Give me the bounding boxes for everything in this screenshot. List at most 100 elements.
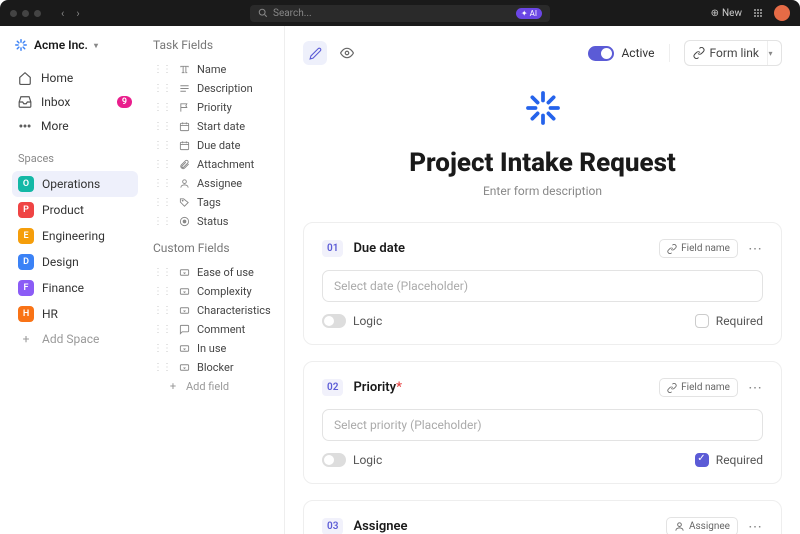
space-item-engineering[interactable]: EEngineering: [12, 223, 138, 249]
window-controls[interactable]: [10, 10, 41, 17]
custom-field-blocker[interactable]: ⋮⋮Blocker: [151, 358, 278, 377]
nav-forward[interactable]: ›: [76, 7, 79, 20]
field-label: Ease of use: [197, 266, 254, 279]
custom-field-complexity[interactable]: ⋮⋮Complexity: [151, 282, 278, 301]
search-icon: [258, 8, 268, 18]
drag-handle-icon[interactable]: ⋮⋮: [153, 178, 171, 189]
field-title[interactable]: Due date: [353, 241, 405, 256]
task-field-attachment[interactable]: ⋮⋮Attachment: [151, 155, 278, 174]
form-title[interactable]: Project Intake Request: [303, 148, 782, 178]
field-more-button[interactable]: ⋯: [748, 380, 763, 396]
form-link-more[interactable]: ▾: [760, 40, 782, 66]
add-field-button[interactable]: + Add field: [151, 377, 278, 396]
nav-home[interactable]: Home: [12, 66, 138, 90]
drag-handle-icon[interactable]: ⋮⋮: [153, 64, 171, 75]
field-more-button[interactable]: ⋯: [748, 519, 763, 534]
space-label: Design: [42, 255, 79, 269]
field-label: Tags: [197, 196, 221, 209]
field-type-icon: [178, 140, 190, 151]
space-icon: H: [18, 306, 34, 322]
field-title[interactable]: Priority*: [353, 380, 401, 395]
required-toggle[interactable]: Required: [695, 453, 763, 467]
task-field-description[interactable]: ⋮⋮Description: [151, 79, 278, 98]
space-item-product[interactable]: PProduct: [12, 197, 138, 223]
avatar[interactable]: [774, 5, 790, 21]
task-field-due-date[interactable]: ⋮⋮Due date: [151, 136, 278, 155]
field-title[interactable]: Assignee: [353, 519, 407, 534]
space-item-operations[interactable]: O Operations: [12, 171, 138, 197]
ai-badge[interactable]: ✦ AI: [516, 8, 542, 19]
drag-handle-icon[interactable]: ⋮⋮: [153, 102, 171, 113]
field-type-icon: [178, 286, 190, 297]
field-label: In use: [197, 342, 226, 355]
chevron-down-icon: ▾: [94, 41, 98, 50]
space-item-hr[interactable]: HHR: [12, 301, 138, 327]
space-label: Product: [42, 203, 84, 217]
nav-back[interactable]: ‹: [61, 7, 64, 20]
drag-handle-icon[interactable]: ⋮⋮: [153, 324, 171, 335]
drag-handle-icon[interactable]: ⋮⋮: [153, 83, 171, 94]
task-field-priority[interactable]: ⋮⋮Priority: [151, 98, 278, 117]
form-link-label: Form link: [710, 46, 759, 60]
form-link-button[interactable]: Form link: [684, 40, 768, 66]
field-input[interactable]: Select date (Placeholder): [322, 270, 763, 302]
inbox-badge: 9: [117, 96, 132, 108]
nav-arrows: ‹ ›: [61, 7, 80, 20]
custom-field-characteristics[interactable]: ⋮⋮Characteristics: [151, 301, 278, 320]
add-space-button[interactable]: + Add Space: [12, 327, 138, 351]
field-more-button[interactable]: ⋯: [748, 241, 763, 257]
space-item-design[interactable]: DDesign: [12, 249, 138, 275]
field-badge-label: Field name: [681, 243, 730, 254]
logic-toggle[interactable]: Logic: [322, 453, 382, 467]
field-type-icon: [178, 267, 190, 278]
apps-icon[interactable]: [754, 9, 762, 17]
space-label: Operations: [42, 177, 100, 191]
drag-handle-icon[interactable]: ⋮⋮: [153, 305, 171, 316]
form-description[interactable]: Enter form description: [303, 184, 782, 198]
field-badge-icon: [667, 244, 677, 254]
field-name-button[interactable]: Field name: [659, 378, 738, 397]
drag-handle-icon[interactable]: ⋮⋮: [153, 286, 171, 297]
task-fields-heading: Task Fields: [153, 38, 278, 52]
drag-handle-icon[interactable]: ⋮⋮: [153, 343, 171, 354]
custom-field-comment[interactable]: ⋮⋮Comment: [151, 320, 278, 339]
drag-handle-icon[interactable]: ⋮⋮: [153, 362, 171, 373]
task-field-name[interactable]: ⋮⋮ Name: [151, 60, 278, 79]
space-item-finance[interactable]: FFinance: [12, 275, 138, 301]
edit-mode-button[interactable]: [303, 41, 327, 65]
drag-handle-icon[interactable]: ⋮⋮: [153, 267, 171, 278]
field-name-button[interactable]: Field name: [659, 239, 738, 258]
field-type-icon: [178, 159, 190, 170]
space-label: Engineering: [42, 229, 105, 243]
field-number: 02: [322, 379, 343, 396]
drag-handle-icon[interactable]: ⋮⋮: [153, 121, 171, 132]
search-input[interactable]: Search... ✦ AI: [250, 5, 550, 22]
checkbox-icon: [695, 453, 709, 467]
drag-handle-icon[interactable]: ⋮⋮: [153, 159, 171, 170]
field-name-button[interactable]: Assignee: [666, 517, 738, 534]
new-button[interactable]: ⊕ New: [711, 8, 742, 19]
field-type-icon: [178, 324, 190, 335]
custom-field-ease-of-use[interactable]: ⋮⋮ Ease of use: [151, 263, 278, 282]
workspace-switcher[interactable]: Acme Inc. ▾: [12, 38, 138, 52]
drag-handle-icon[interactable]: ⋮⋮: [153, 140, 171, 151]
task-field-assignee[interactable]: ⋮⋮ Assignee: [151, 174, 278, 193]
field-input[interactable]: Select priority (Placeholder): [322, 409, 763, 441]
task-field-start-date[interactable]: ⋮⋮Start date: [151, 117, 278, 136]
custom-field-in-use[interactable]: ⋮⋮ In use: [151, 339, 278, 358]
required-toggle[interactable]: Required: [695, 314, 763, 328]
nav-inbox[interactable]: Inbox 9: [12, 90, 138, 114]
drag-handle-icon[interactable]: ⋮⋮: [153, 197, 171, 208]
drag-handle-icon[interactable]: ⋮⋮: [153, 216, 171, 227]
task-field-tags[interactable]: ⋮⋮ Tags: [151, 193, 278, 212]
nav-more[interactable]: More: [12, 114, 138, 138]
field-label: Name: [197, 63, 226, 76]
field-label: Assignee: [197, 177, 242, 190]
space-icon: O: [18, 176, 34, 192]
active-toggle[interactable]: Active: [588, 46, 654, 61]
task-field-status[interactable]: ⋮⋮Status: [151, 212, 278, 231]
preview-mode-button[interactable]: [335, 41, 359, 65]
logic-toggle[interactable]: Logic: [322, 314, 382, 328]
form-toolbar: Active Form link ▾: [285, 26, 800, 76]
workspace-logo-icon: [14, 38, 28, 52]
